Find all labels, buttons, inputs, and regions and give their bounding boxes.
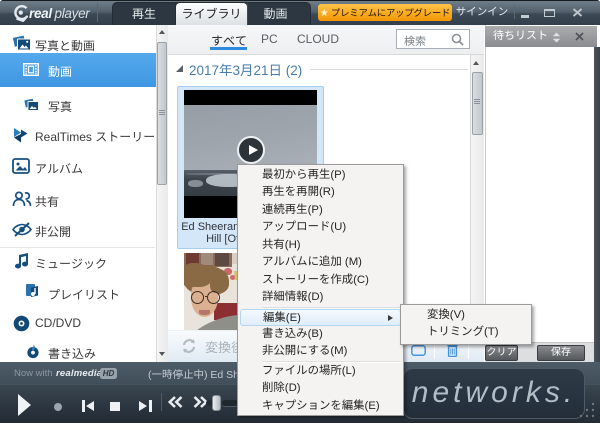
svg-text:player: player [54,6,91,21]
svg-text:real: real [29,6,52,21]
